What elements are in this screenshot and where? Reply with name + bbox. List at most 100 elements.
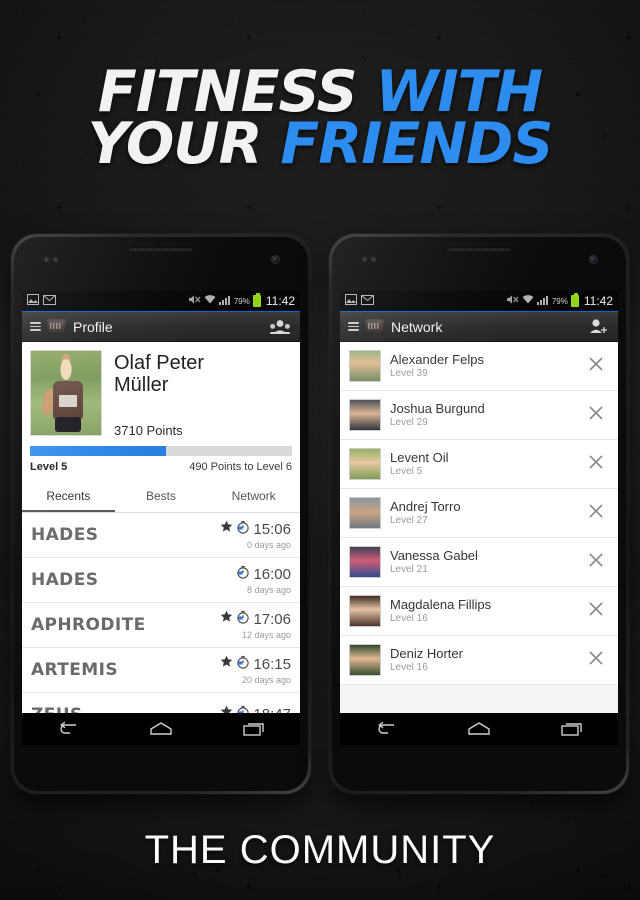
- battery-icon: [252, 293, 261, 307]
- friend-row[interactable]: Deniz Horter Level 16: [340, 636, 618, 685]
- tab-label: Bests: [146, 488, 177, 503]
- mute-icon: [506, 294, 519, 308]
- friend-level: Level 29: [390, 417, 428, 429]
- friend-row[interactable]: Joshua Burgund Level 29: [340, 391, 618, 440]
- friend-name: Levent Oil: [390, 449, 449, 465]
- close-x-icon[interactable]: [587, 355, 609, 377]
- front-sensors: [44, 257, 58, 262]
- status-bar-left: 79% 11:42: [22, 291, 300, 312]
- front-camera: [589, 255, 598, 264]
- screen-right: 79% 11:42 Network Alexander Felps Level …: [340, 291, 618, 728]
- earpiece-speaker: [447, 247, 511, 251]
- star-icon: [220, 520, 233, 538]
- mute-icon: [188, 294, 201, 308]
- recents-icon[interactable]: [237, 718, 271, 740]
- activity-age: 12 days ago: [241, 629, 291, 640]
- back-icon[interactable]: [369, 718, 403, 740]
- friend-row[interactable]: Alexander Felps Level 39: [340, 342, 618, 391]
- profile-name-line1: Olaf Peter: [114, 352, 205, 374]
- star-icon: [220, 610, 233, 628]
- activity-row[interactable]: APHRODITE 17:06 12 days ago: [22, 603, 300, 648]
- activity-time: 15:06: [253, 520, 291, 538]
- close-x-icon[interactable]: [587, 600, 609, 622]
- image-icon: [27, 294, 39, 308]
- home-icon[interactable]: [144, 718, 178, 740]
- avatar: [349, 497, 381, 529]
- activity-age: 8 days ago: [246, 584, 291, 595]
- people-group-icon[interactable]: [268, 315, 292, 339]
- activity-name: ARTEMIS: [31, 659, 118, 680]
- profile-name-line2: Müller: [114, 374, 169, 397]
- close-x-icon[interactable]: [587, 649, 609, 671]
- stopwatch-icon: [236, 610, 250, 629]
- earpiece-speaker: [129, 247, 193, 251]
- activity-name: HADES: [31, 569, 99, 590]
- hamburger-menu-icon[interactable]: [30, 322, 41, 331]
- android-nav-bar-right: [340, 713, 618, 745]
- tab-network[interactable]: Network: [207, 483, 300, 512]
- tab-label: Network: [231, 488, 276, 503]
- signal-icon: [536, 294, 549, 308]
- activity-age: 20 days ago: [241, 674, 291, 685]
- wifi-icon: [204, 294, 216, 308]
- recents-icon[interactable]: [555, 718, 589, 740]
- friend-name: Vanessa Gabel: [390, 547, 478, 563]
- friend-name: Andrej Torro: [390, 498, 461, 514]
- profile-content: Olaf Peter Müller 3710 Points Level 5 49…: [22, 342, 300, 728]
- profile-points: 3710 Points: [114, 422, 183, 438]
- close-x-icon[interactable]: [587, 502, 609, 524]
- activity-row[interactable]: HADES 15:06 0 days ago: [22, 513, 300, 558]
- add-person-icon[interactable]: [586, 315, 610, 339]
- phone-mockup-right: 79% 11:42 Network Alexander Felps Level …: [329, 234, 629, 794]
- stopwatch-icon: [236, 565, 250, 584]
- activity-name: APHRODITE: [31, 614, 146, 635]
- friend-name: Joshua Burgund: [390, 400, 485, 416]
- friend-row[interactable]: Andrej Torro Level 27: [340, 489, 618, 538]
- signal-icon: [218, 294, 231, 308]
- hamburger-menu-icon[interactable]: [348, 322, 359, 331]
- status-time-label: 11:42: [265, 294, 295, 308]
- avatar: [30, 350, 102, 436]
- battery-percent-label: 79%: [233, 296, 250, 306]
- avatar: [349, 448, 381, 480]
- friend-level: Level 27: [390, 515, 428, 527]
- stopwatch-icon: [236, 520, 250, 539]
- activity-time: 16:15: [253, 655, 291, 673]
- avatar: [349, 399, 381, 431]
- avatar: [349, 595, 381, 627]
- stopwatch-icon: [236, 655, 250, 674]
- profile-tabs: Recents Bests Network: [22, 482, 300, 513]
- avatar: [349, 350, 381, 382]
- activity-row[interactable]: HADES 16:00 8 days ago: [22, 558, 300, 603]
- activity-list: HADES 15:06 0 days ago HADES 16:00 8 days ago…: [22, 512, 300, 728]
- friend-row[interactable]: Levent Oil Level 5: [340, 440, 618, 489]
- activity-time: 16:00: [253, 565, 291, 583]
- friend-name: Magdalena Fillips: [390, 596, 492, 612]
- friend-name: Deniz Horter: [390, 645, 463, 661]
- activity-age: 0 days ago: [246, 539, 291, 550]
- close-x-icon[interactable]: [587, 453, 609, 475]
- action-bar-left: Profile: [22, 312, 300, 342]
- avatar: [349, 546, 381, 578]
- front-camera: [271, 255, 280, 264]
- home-icon[interactable]: [462, 718, 496, 740]
- level-progress: Level 5 490 Points to Level 6: [30, 445, 292, 483]
- action-bar-right: Network: [340, 312, 618, 342]
- close-x-icon[interactable]: [587, 551, 609, 573]
- tab-bests[interactable]: Bests: [115, 483, 208, 512]
- tab-recents[interactable]: Recents: [22, 483, 115, 512]
- status-time-label: 11:42: [583, 294, 613, 308]
- back-icon[interactable]: [51, 718, 85, 740]
- next-level-label: 490 Points to Level 6: [189, 460, 292, 473]
- front-sensors: [362, 257, 376, 262]
- friend-level: Level 16: [390, 662, 428, 674]
- activity-row[interactable]: ARTEMIS 16:15 20 days ago: [22, 648, 300, 693]
- friend-level: Level 39: [390, 368, 428, 380]
- friend-row[interactable]: Vanessa Gabel Level 21: [340, 538, 618, 587]
- friend-row[interactable]: Magdalena Fillips Level 16: [340, 587, 618, 636]
- headline-word-friends: FRIENDS: [280, 111, 553, 178]
- page-title-left: Profile: [73, 318, 113, 335]
- phone-mockup-left: 79% 11:42 Profile Olaf Peter Müller 3710…: [11, 234, 311, 794]
- close-x-icon[interactable]: [587, 404, 609, 426]
- promo-footer: THE COMMUNITY: [144, 828, 496, 872]
